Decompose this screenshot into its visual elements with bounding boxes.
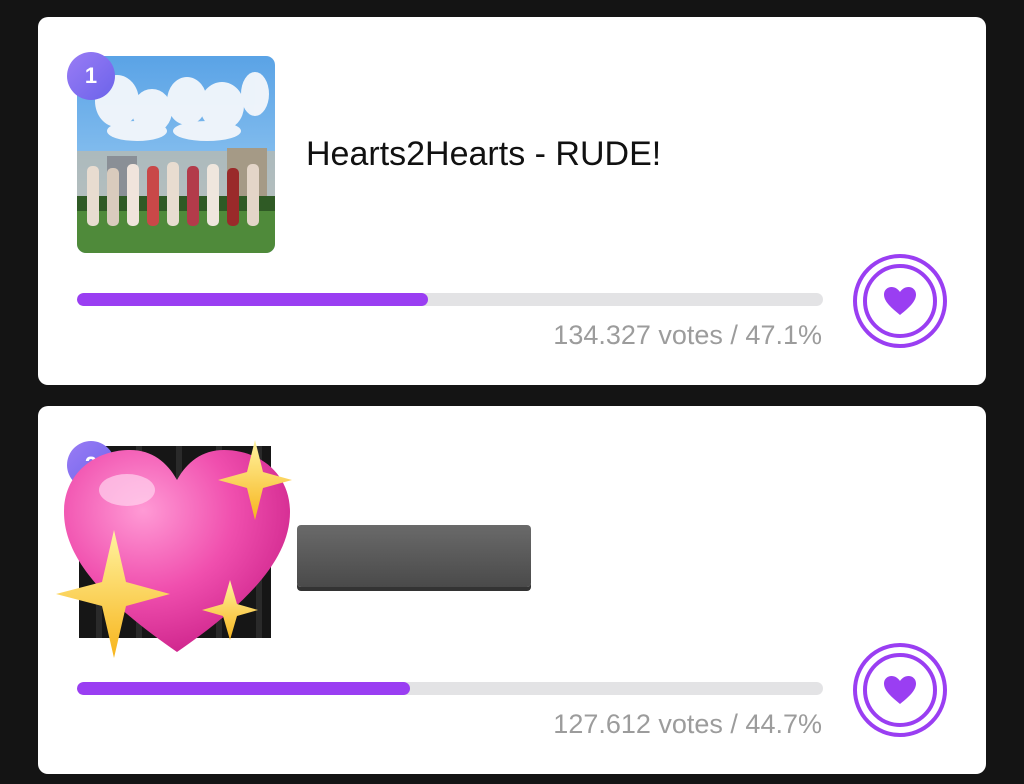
- vote-progress-fill: [77, 682, 411, 695]
- vote-card-1: 1 Hearts2Hearts - RUDE! 134.327 votes / …: [38, 17, 986, 385]
- song-title: Hearts2Hearts - RUDE!: [306, 135, 662, 173]
- rank-badge: 1: [67, 52, 115, 100]
- votes-count: 127.612 votes / 44.7%: [553, 709, 822, 739]
- redacted-title-block: [297, 525, 531, 587]
- vote-progress-bar: [77, 293, 823, 306]
- vote-button-ring: [863, 264, 937, 338]
- vote-button[interactable]: [853, 254, 947, 348]
- vote-button-ring: [863, 653, 937, 727]
- vote-button[interactable]: [853, 643, 947, 737]
- sparkling-heart-emoji: [56, 440, 292, 658]
- vote-progress-bar: [77, 682, 823, 695]
- heart-icon: [884, 676, 916, 704]
- vote-progress-fill: [77, 293, 429, 306]
- heart-icon: [884, 287, 916, 315]
- votes-count: 134.327 votes / 47.1%: [553, 320, 822, 350]
- vote-card-2: 2: [38, 406, 986, 774]
